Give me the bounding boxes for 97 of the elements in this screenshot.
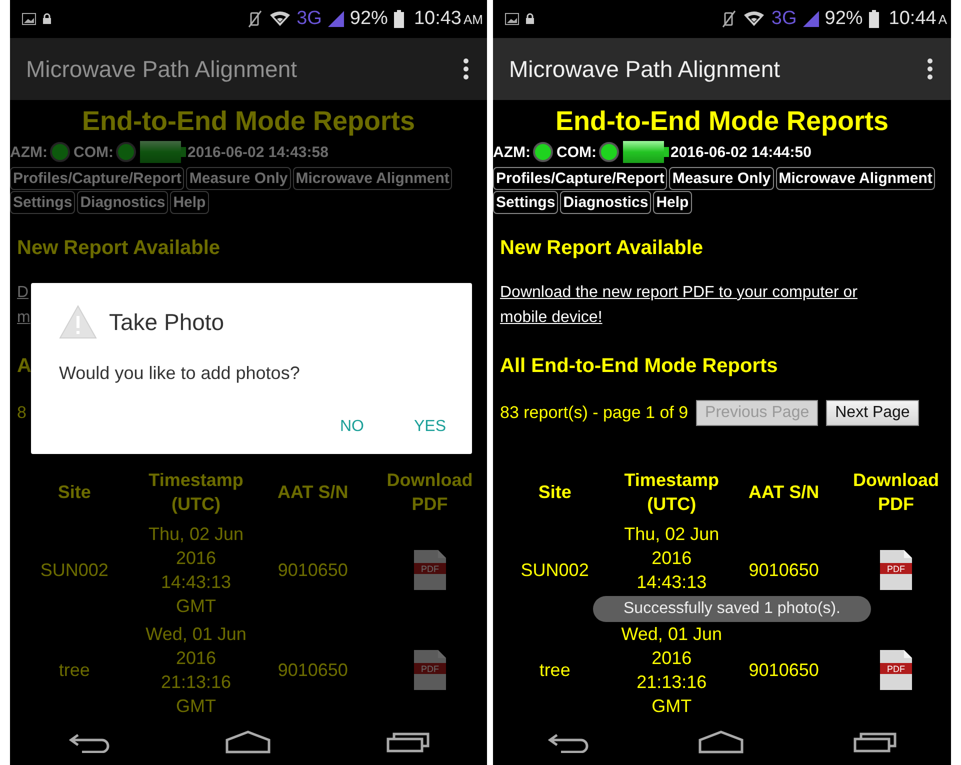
picture-notification-icon [22, 13, 36, 25]
nav-button[interactable]: Diagnostics [560, 191, 652, 214]
nav-button[interactable]: Microwave Alignment [776, 167, 936, 190]
timestamp-text: Wed, 01 Jun 2016 21:13:16 GMT [621, 623, 722, 718]
serial-number: 9010650 [278, 560, 348, 580]
timestamp-text: Thu, 02 Jun 2016 14:43:13 GMT [148, 523, 244, 618]
download-link[interactable]: mobile device! [500, 305, 602, 330]
recent-apps-icon[interactable] [852, 731, 897, 753]
wifi-icon [268, 11, 291, 27]
warning-icon [59, 305, 97, 339]
back-icon[interactable] [547, 731, 590, 753]
battery-percent: 92% [350, 8, 388, 30]
nav-button[interactable]: Diagnostics [77, 191, 168, 214]
nav-button[interactable]: Settings [10, 191, 76, 214]
nav-button[interactable]: Measure Only [186, 167, 291, 190]
page-button[interactable]: Next Page [826, 400, 919, 426]
battery-icon [394, 10, 404, 28]
serial-number: 9010650 [748, 560, 819, 580]
network-type: 3G [771, 8, 797, 30]
app-title: Microwave Path Alignment [26, 56, 298, 82]
site-name: SUN002 [520, 560, 589, 580]
dialog-button[interactable]: YES [404, 410, 456, 444]
overflow-menu-icon[interactable] [463, 58, 469, 80]
column-header: Site [537, 481, 572, 504]
lock-icon [525, 13, 535, 25]
clock-period: AM [464, 12, 483, 26]
report-count: 8 [17, 403, 26, 423]
pdf-file-icon[interactable]: PDF [880, 650, 912, 690]
clock: 10:43 [414, 8, 462, 30]
column-header: Site [56, 481, 92, 504]
timestamp-text: Wed, 01 Jun 2016 21:13:16 GMT [146, 623, 246, 718]
azm-label: AZM: [10, 144, 48, 160]
com-label: COM: [556, 144, 596, 160]
battery-gauge-icon [140, 141, 186, 163]
serial-number: 9010650 [278, 660, 348, 680]
column-header: Timestamp (UTC) [623, 469, 720, 516]
muted-vibration-icon [246, 10, 263, 28]
nav-button[interactable]: Microwave Alignment [292, 167, 452, 190]
page-heading: End-to-End Mode Reports [81, 105, 416, 138]
section-heading: All End-to-End Mode Reports [499, 354, 778, 379]
home-icon[interactable] [224, 730, 270, 754]
network-type: 3G [296, 8, 322, 30]
nav-button[interactable]: Settings [493, 191, 558, 214]
status-dot [50, 142, 70, 162]
download-link[interactable]: D [17, 280, 29, 305]
column-header: AAT S/N [747, 481, 820, 504]
pdf-file-icon[interactable]: PDF [414, 550, 446, 590]
section-heading: A [16, 354, 32, 379]
download-link[interactable]: m [17, 305, 30, 330]
recent-apps-icon[interactable] [386, 731, 430, 753]
section-heading: New Report Available [499, 236, 704, 261]
picture-notification-icon [505, 13, 519, 25]
clock: 10:44 [888, 8, 936, 30]
signal-icon [328, 11, 344, 27]
com-label: COM: [74, 144, 114, 160]
status-dot [532, 142, 552, 162]
home-icon[interactable] [698, 730, 744, 754]
battery-gauge-icon [622, 141, 668, 163]
toast-message: Successfully saved 1 photo(s). [593, 596, 871, 622]
muted-vibration-icon [721, 10, 738, 28]
column-header: Download PDF [852, 469, 940, 516]
site-name: tree [58, 660, 90, 680]
serial-number: 9010650 [748, 660, 819, 680]
site-name: SUN002 [40, 560, 108, 580]
status-dot [116, 142, 136, 162]
column-header: Timestamp (UTC) [148, 469, 244, 516]
overflow-menu-icon[interactable] [927, 58, 933, 80]
column-header: AAT S/N [276, 481, 350, 504]
battery-percent: 92% [824, 8, 863, 30]
back-icon[interactable] [68, 731, 110, 753]
nav-button[interactable]: Profiles/Capture/Report [10, 167, 184, 190]
app-title: Microwave Path Alignment [509, 56, 780, 82]
clock-period: A [938, 12, 947, 26]
date-time: 2016-06-02 14:43:58 [188, 144, 328, 160]
download-link[interactable]: Download the new report PDF to your computer or [500, 280, 858, 305]
battery-icon [868, 10, 879, 28]
site-name: tree [539, 660, 570, 680]
signal-icon [802, 11, 819, 27]
wifi-icon [743, 11, 766, 27]
nav-button[interactable]: Profiles/Capture/Report [493, 167, 668, 190]
pdf-file-icon[interactable]: PDF [880, 550, 912, 590]
page-heading: End-to-End Mode Reports [554, 105, 890, 138]
pdf-file-icon[interactable]: PDF [414, 650, 446, 690]
azm-label: AZM: [493, 144, 530, 160]
nav-button[interactable]: Measure Only [669, 167, 774, 190]
nav-button[interactable]: Help [653, 191, 692, 214]
timestamp-text: Thu, 02 Jun 2016 14:43:13 [624, 523, 720, 594]
dialog-title: Take Photo [109, 308, 224, 336]
dialog-message: Would you like to add photos? [59, 363, 301, 384]
nav-button[interactable]: Help [170, 191, 209, 214]
status-dot [598, 142, 618, 162]
date-time: 2016-06-02 14:44:50 [670, 144, 812, 160]
column-header: Download PDF [386, 469, 474, 516]
section-heading: New Report Available [16, 236, 220, 261]
report-count: 83 report(s) - page 1 of 9 [500, 403, 688, 423]
dialog-button[interactable]: NO [330, 410, 374, 444]
lock-icon [42, 13, 52, 25]
